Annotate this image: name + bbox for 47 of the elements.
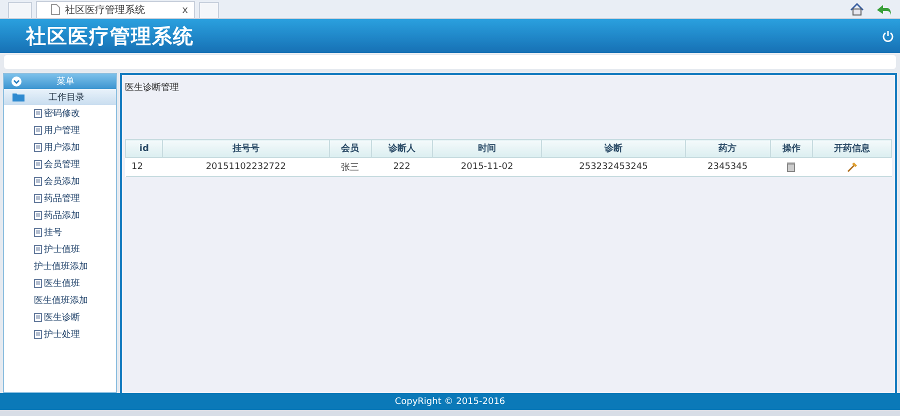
menu-item[interactable]: 用户添加 [44,141,80,154]
tab-close-button[interactable]: x [182,4,188,16]
table-cell: 12 [126,158,163,176]
column-header: 会员 [329,140,372,158]
folder-icon [12,92,25,102]
table-cell: 2015-11-02 [432,158,542,176]
column-header: 挂号号 [162,140,329,158]
column-header: 时间 [432,140,542,158]
menu-item[interactable]: 护士值班添加 [34,260,88,273]
menu-item[interactable]: 护士处理 [44,328,80,341]
collapse-icon[interactable] [11,76,22,87]
menu-item[interactable]: 会员添加 [44,175,80,188]
menu-item[interactable]: 医生值班添加 [34,294,88,307]
page-heading: 医生诊断管理 [125,82,180,94]
tab-title: 社区医疗管理系统 [65,4,146,17]
menu-item[interactable]: 用户管理 [44,124,80,137]
table-cell: 222 [371,158,432,176]
trash-icon[interactable] [787,162,796,172]
page-icon [51,4,60,14]
menu-label: 菜单 [56,76,76,88]
copyright-text: CopyRight © 2015-2016 [394,396,506,406]
menu-item[interactable]: 挂号 [44,226,62,239]
folder-row[interactable]: 工作目录 [4,89,116,105]
back-arrow-icon[interactable] [876,4,892,16]
column-header: 诊断 [542,140,685,158]
hammer-icon[interactable] [846,162,858,172]
table-cell: 2345345 [685,158,770,176]
menu-item[interactable]: 药品管理 [44,192,80,205]
menu-item[interactable]: 药品添加 [44,209,80,222]
column-header: id [126,140,163,158]
folder-label: 工作目录 [48,92,86,104]
table-cell: 张三 [329,158,372,176]
column-header: 操作 [770,140,813,158]
menu-item[interactable]: 医生值班 [44,277,80,290]
app-title: 社区医疗管理系统 [26,22,194,50]
column-header: 开药信息 [812,140,892,158]
column-header: 诊断人 [371,140,432,158]
home-icon[interactable] [850,3,864,16]
menu-item[interactable]: 会员管理 [44,158,80,171]
menu-item[interactable]: 密码修改 [44,107,80,120]
power-icon[interactable] [882,30,894,42]
menu-item[interactable]: 医生诊断 [44,311,80,324]
menu-item[interactable]: 护士值班 [44,243,80,256]
table-cell: 20151102232722 [162,158,329,176]
column-header: 药方 [685,140,770,158]
table-cell: 253232453245 [542,158,685,176]
browser-tab[interactable]: 社区医疗管理系统 x [36,1,195,18]
